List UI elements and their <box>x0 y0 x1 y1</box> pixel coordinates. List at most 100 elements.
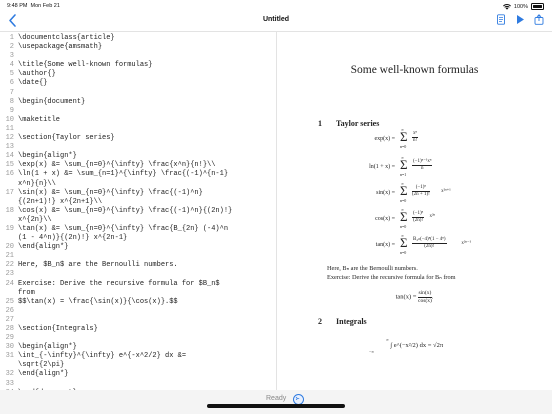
equation-fraction: xⁿ n! <box>412 131 419 144</box>
editor-line[interactable]: 13 <box>0 143 276 152</box>
line-number: 12 <box>5 134 14 143</box>
line-code: $$\tan(x) = \frac{\sin(x)}{\cos(x)}.$$ <box>18 297 178 306</box>
play-icon[interactable] <box>515 14 525 25</box>
battery-percent: 100% <box>513 3 528 10</box>
editor-line[interactable]: 11 <box>0 125 276 134</box>
editor-line[interactable]: 33 <box>0 380 276 389</box>
integral-formula: ∫ e^(−x²/2) dx = √2π <box>390 342 444 349</box>
fraction-denominator: (2n + 1)! <box>412 192 430 197</box>
share-icon[interactable] <box>534 14 544 25</box>
editor-line[interactable]: (1 - 4^n)}{(2n)!} x^{2n-1} <box>0 234 276 243</box>
line-number: 6 <box>9 79 14 88</box>
editor-line[interactable]: 4 \title{Some well-known formulas} <box>0 61 276 70</box>
line-code: \section{Integrals} <box>18 325 98 333</box>
editor-line[interactable]: 5 \author{} <box>0 70 276 79</box>
line-number: 10 <box>5 115 14 124</box>
line-code: Exercise: Derive the recursive formula f… <box>18 279 220 288</box>
editor-line[interactable]: 6 \date{} <box>0 79 276 88</box>
editor-line[interactable]: 28 \section{Integrals} <box>0 325 276 334</box>
editor-line[interactable]: 29 <box>0 334 276 343</box>
fraction-numerator: xⁿ <box>412 131 419 138</box>
sum-lower-limit: n=0 <box>400 198 407 203</box>
editor-line[interactable]: 27 <box>0 316 276 325</box>
editor-line[interactable]: x^{2n}\\ <box>0 216 276 225</box>
line-number: 16 <box>5 170 14 179</box>
editor-line[interactable]: 17 \sin(x) &= \sum_{n=0}^{\infty} \frac{(… <box>0 189 276 198</box>
equation-power: x²ⁿ <box>429 214 436 219</box>
editor-line[interactable]: from <box>0 289 276 298</box>
editor-line[interactable]: 32 \end{align*} <box>0 370 276 379</box>
latex-editor[interactable]: 1 \documentclass{article} 2 \usepackage{ams… <box>0 32 277 390</box>
line-code: x^{2n}\\ <box>18 215 52 224</box>
equation-fraction: (−1)ⁿ⁻¹xⁿ n <box>412 159 433 172</box>
line-code: \date{} <box>18 79 48 88</box>
line-code: Here, $B_n$ are the Bernoulli numbers. <box>18 261 178 270</box>
status-date: Mon Feb 21 <box>30 3 60 9</box>
equation-lhs: sin(x) = <box>376 190 395 196</box>
status-bar: 9:48 PM Mon Feb 21 100% <box>0 0 552 11</box>
editor-line[interactable]: 8 \begin{document} <box>0 98 276 107</box>
editor-line[interactable]: 2 \usepackage{amsmath} <box>0 43 276 52</box>
line-number: 26 <box>5 306 14 315</box>
pdf-preview: Some well-known formulas 1 Taylor series … <box>277 32 552 390</box>
tan-denominator: cos(x) <box>418 297 432 304</box>
tan-display: tan(x) = sin(x) cos(x) . <box>395 290 434 304</box>
line-number: 3 <box>9 52 14 61</box>
sync-arrows <box>295 397 300 401</box>
integral-lower: −∞ <box>368 349 375 354</box>
editor-line[interactable]: 14 \begin{align*} <box>0 152 276 161</box>
editor-line[interactable]: 20 \end{align*} <box>0 243 276 252</box>
taylor-equation: tan(x) = ∞ n=0 Σ B₂ₙ(−4)ⁿ(1 − 4ⁿ) (2n)! x²ⁿ⁻¹ <box>337 233 537 255</box>
line-number: 23 <box>5 270 14 279</box>
tan-numerator: sin(x) <box>418 290 432 298</box>
line-code: \usepackage{amsmath} <box>18 43 103 52</box>
document-icon[interactable] <box>496 14 506 25</box>
editor-line[interactable]: 7 <box>0 89 276 98</box>
line-number: 20 <box>5 243 14 252</box>
editor-line[interactable]: {(2n+1)!} x^{2n+1}\\ <box>0 198 276 207</box>
line-number: 14 <box>5 152 14 161</box>
taylor-equation: sin(x) = ∞ n=0 Σ (−1)ⁿ (2n + 1)! x²ⁿ⁺¹ <box>337 181 537 203</box>
line-number: 15 <box>5 161 14 170</box>
tan-lhs: tan(x) = <box>395 293 417 301</box>
editor-line[interactable]: 26 <box>0 307 276 316</box>
editor-line[interactable]: 19 \tan(x) &= \sum_{n=0}^{\infty} \frac{B… <box>0 225 276 234</box>
line-number: 19 <box>5 224 14 233</box>
editor-line[interactable]: 10 \maketitle <box>0 116 276 125</box>
sum-lower-limit: n=0 <box>400 250 407 255</box>
editor-lines: 1 \documentclass{article} 2 \usepackage{ams… <box>0 32 276 390</box>
editor-line[interactable]: 16 \ln(1 + x) &= \sum_{n=1}^{\infty} \fra… <box>0 170 276 179</box>
document-title: Untitled <box>262 16 290 23</box>
editor-line[interactable]: x^n}{n}\\ <box>0 180 276 189</box>
line-number: 27 <box>5 315 14 324</box>
preview-section-2: 2 Integrals <box>318 317 367 326</box>
editor-line[interactable]: 18 \cos(x) &= \sum_{n=0}^{\infty} \frac{(… <box>0 207 276 216</box>
fraction-numerator: (−1)ⁿ⁻¹xⁿ <box>412 159 433 166</box>
equation-fraction: (−1)ⁿ (2n)! <box>412 211 425 224</box>
line-code: {(2n+1)!} x^{2n+1}\\ <box>18 197 103 206</box>
editor-line[interactable]: 23 <box>0 270 276 279</box>
line-number: 13 <box>5 143 14 152</box>
editor-line[interactable]: 3 <box>0 52 276 61</box>
editor-line[interactable]: 21 <box>0 252 276 261</box>
line-number: 22 <box>5 261 14 270</box>
editor-line[interactable]: 24 Exercise: Derive the recursive formula… <box>0 280 276 289</box>
editor-line[interactable]: 9 <box>0 107 276 116</box>
line-number: 7 <box>9 88 14 97</box>
taylor-equation: cos(x) = ∞ n=0 Σ (−1)ⁿ (2n)! x²ⁿ <box>337 207 537 229</box>
line-code: \int_{-\infty}^{\infty} e^{-x^2/2} dx &= <box>18 352 187 361</box>
line-code: \cos(x) &= \sum_{n=0}^{\infty} \frac{(-1… <box>18 206 233 215</box>
home-indicator <box>207 404 345 408</box>
line-number: 11 <box>5 124 14 133</box>
fraction-denominator: (2n)! <box>424 244 435 249</box>
editor-line[interactable]: 25 $$\tan(x) = \frac{\sin(x)}{\cos(x)}.$$ <box>0 298 276 307</box>
section-2-name: Integrals <box>336 317 367 326</box>
editor-line[interactable]: 22 Here, $B_n$ are the Bernoulli numbers. <box>0 261 276 270</box>
line-code: from <box>18 288 35 297</box>
line-number: 2 <box>9 43 14 52</box>
editor-line[interactable]: 1 \documentclass{article} <box>0 34 276 43</box>
nav-bar: Untitled <box>0 11 552 32</box>
sum-lower-limit: n=1 <box>400 172 407 177</box>
editor-line[interactable]: 12 \section{Taylor series} <box>0 134 276 143</box>
editor-line[interactable]: \sqrt{2\pi} <box>0 361 276 370</box>
